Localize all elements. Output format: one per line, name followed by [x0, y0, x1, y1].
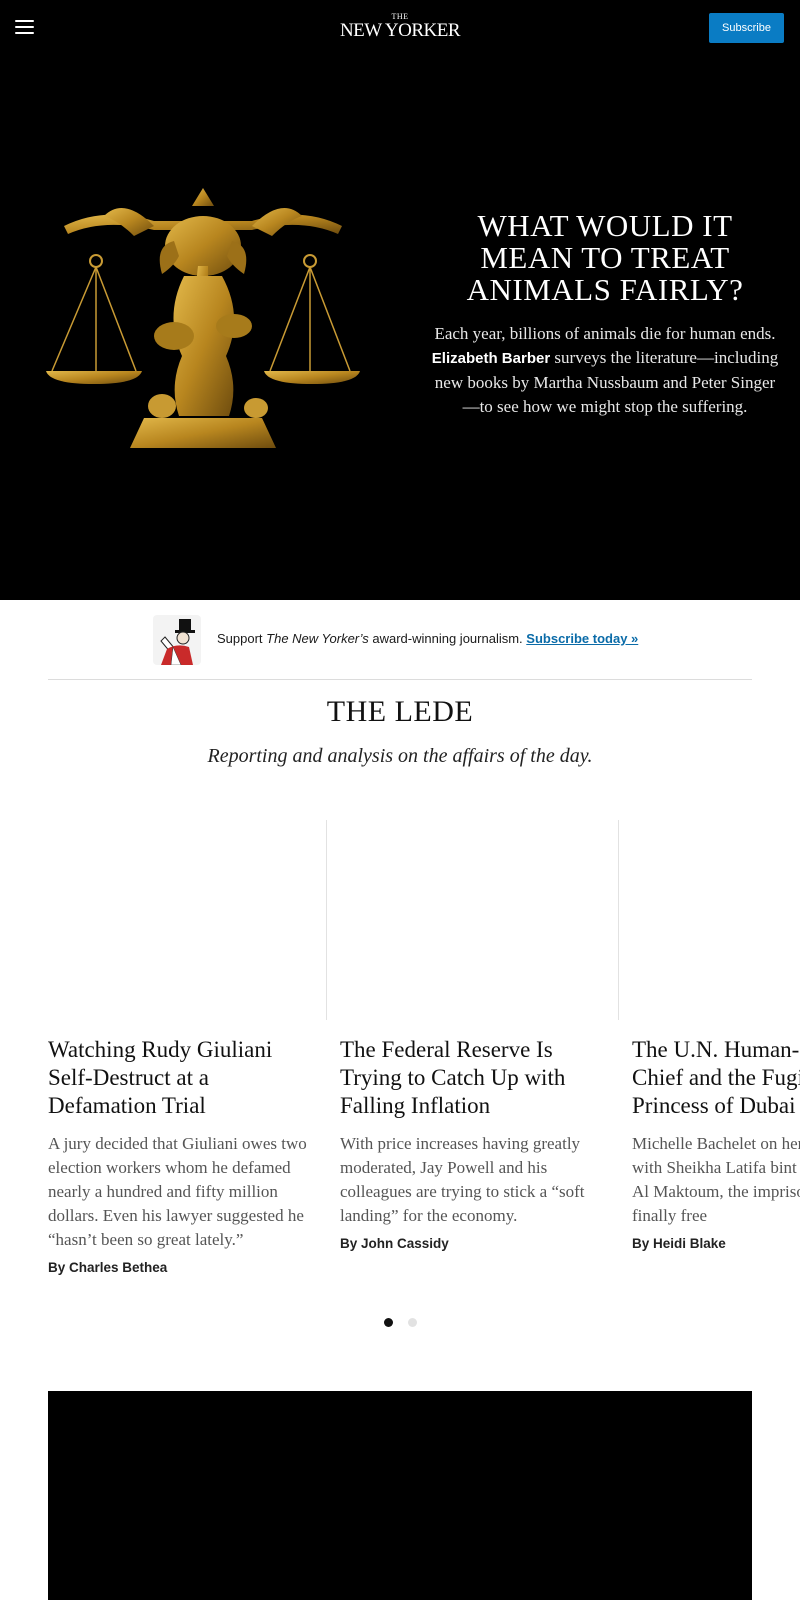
carousel-pagination [380, 1318, 420, 1330]
site-header: THE NEW YORKER Subscribe [0, 0, 800, 56]
story-byline[interactable]: By Heidi Blake [632, 1236, 800, 1251]
logo-name: NEW YORKER [339, 20, 461, 41]
subscribe-today-link[interactable]: Subscribe today » [526, 631, 638, 646]
support-text-2: award-winning journalism. [368, 631, 527, 646]
story-title[interactable]: Watching Rudy Giuliani Self-Destruct at … [48, 1036, 312, 1120]
story-carousel[interactable]: Watching Rudy Giuliani Self-Destruct at … [0, 820, 800, 1300]
card-divider [618, 820, 619, 1020]
story-image[interactable] [632, 820, 800, 1020]
story-card[interactable]: The U.N. Human-Rights Chief and the Fugi… [618, 820, 800, 1251]
story-dek: A jury decided that Giuliani owes two el… [48, 1134, 307, 1249]
divider [48, 679, 752, 680]
story-dek: Michelle Bachelet on her meeting with Sh… [632, 1134, 800, 1225]
story-byline[interactable]: By John Cassidy [340, 1236, 604, 1251]
story-image[interactable] [340, 820, 604, 1020]
story-image[interactable] [48, 820, 312, 1020]
hero-dek-text-1: Each year, billions of animals die for h… [434, 324, 776, 343]
section-subtitle: Reporting and analysis on the affairs of… [207, 745, 593, 767]
eustace-tilley-icon [153, 615, 201, 665]
story-card[interactable]: Watching Rudy Giuliani Self-Destruct at … [48, 820, 312, 1275]
scales-of-justice-illustration [46, 188, 360, 448]
hamburger-menu-icon[interactable] [15, 18, 34, 34]
story-title[interactable]: The Federal Reserve Is Trying to Catch U… [340, 1036, 604, 1120]
hero-dek: Each year, billions of animals die for h… [430, 322, 780, 419]
support-text-1: Support [217, 631, 267, 646]
hero-feature[interactable]: WHAT WOULD IT MEAN TO TREAT ANIMALS FAIR… [0, 56, 800, 600]
subscribe-button[interactable]: Subscribe [709, 13, 784, 43]
carousel-dot-2[interactable] [408, 1318, 417, 1327]
hero-author[interactable]: Elizabeth Barber [432, 350, 550, 367]
story-card[interactable]: The Federal Reserve Is Trying to Catch U… [326, 820, 604, 1251]
section-title[interactable]: THE LEDE [0, 695, 800, 729]
site-logo[interactable]: THE NEW YORKER [300, 12, 500, 41]
story-title[interactable]: The U.N. Human-Rights Chief and the Fugi… [632, 1036, 800, 1120]
video-player[interactable] [48, 1391, 752, 1600]
support-message: Support The New Yorker’s award-winning j… [217, 631, 638, 646]
support-publication: The New Yorker’s [266, 631, 369, 646]
story-dek: With price increases having greatly mode… [340, 1134, 585, 1225]
story-byline[interactable]: By Charles Bethea [48, 1260, 312, 1275]
card-divider [326, 820, 327, 1020]
carousel-dot-1[interactable] [384, 1318, 393, 1327]
hero-headline[interactable]: WHAT WOULD IT MEAN TO TREAT ANIMALS FAIR… [430, 210, 780, 306]
